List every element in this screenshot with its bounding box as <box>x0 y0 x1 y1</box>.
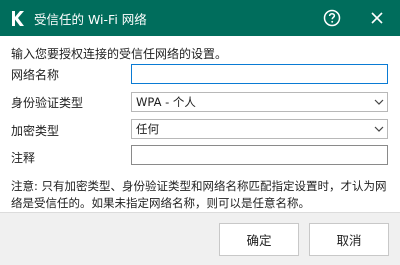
encryption-type-value: 任何 <box>136 122 159 136</box>
help-icon[interactable] <box>321 7 343 29</box>
comment-input[interactable] <box>131 145 388 165</box>
comment-label: 注释 <box>11 151 36 165</box>
network-name-label: 网络名称 <box>11 68 60 82</box>
cancel-button[interactable]: 取消 <box>309 223 389 256</box>
network-name-input[interactable] <box>131 64 388 84</box>
kaspersky-logo-icon <box>9 10 26 27</box>
encryption-type-select[interactable]: 任何 <box>131 119 388 139</box>
auth-type-label: 身份验证类型 <box>11 96 84 110</box>
ok-button[interactable]: 确定 <box>219 223 299 256</box>
auth-type-value: WPA - 个人 <box>136 95 196 109</box>
chevron-down-icon <box>371 120 387 138</box>
auth-type-select[interactable]: WPA - 个人 <box>131 92 388 112</box>
intro-text: 输入您要授权连接的受信任网络的设置。 <box>11 47 228 61</box>
note-text: 注意: 只有加密类型、身份验证类型和网络名称匹配指定设置时，才认为网络是受信任的… <box>11 179 387 210</box>
chevron-down-icon <box>371 93 387 111</box>
close-icon[interactable] <box>366 7 388 29</box>
title-bar: 受信任的 Wi-Fi 网络 <box>0 0 400 36</box>
dialog-footer: 确定 取消 <box>0 212 400 265</box>
window-title: 受信任的 Wi-Fi 网络 <box>34 11 147 27</box>
encryption-type-label: 加密类型 <box>11 124 60 138</box>
